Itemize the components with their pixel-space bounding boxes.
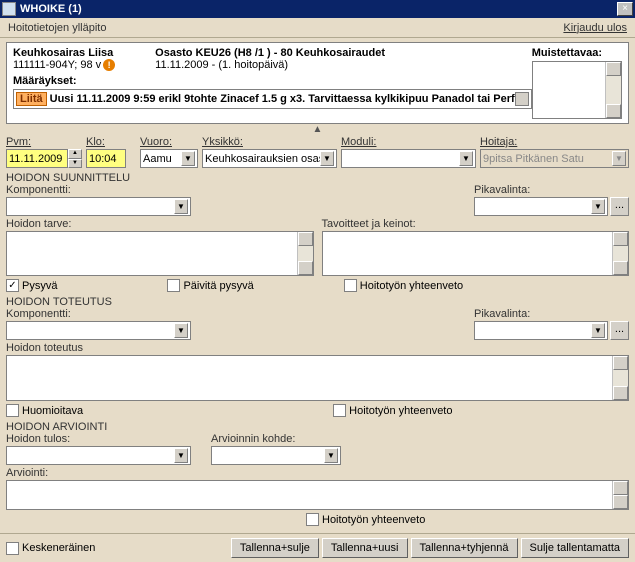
save-clear-button[interactable]: Tallenna+tyhjennä xyxy=(411,538,518,558)
collapse-arrow-icon[interactable]: ▲ xyxy=(0,126,635,134)
arviointi-textarea[interactable] xyxy=(6,480,629,510)
plan-section: HOIDON SUUNNITTELU Komponentti: ▼ Pikava… xyxy=(6,172,629,216)
chevron-down-icon: ▼ xyxy=(181,151,195,166)
datetime-row: Pvm: ▲▼ Klo: Vuoro: Aamu▼ Yksikkö: Keuhk… xyxy=(6,136,629,168)
moduli-select[interactable]: ▼ xyxy=(341,149,476,168)
close-nosave-button[interactable]: Sulje tallentamatta xyxy=(521,538,630,558)
ward-subtitle: 11.11.2009 - (1. hoitopäivä) xyxy=(155,59,385,71)
tulos-label: Hoidon tulos: xyxy=(6,433,191,445)
patient-id-row: 111111-904Y; 98 v ! xyxy=(13,59,115,71)
chevron-down-icon: ▼ xyxy=(612,151,626,166)
orders-label: Määräykset: xyxy=(13,75,532,87)
patient-id: 111111-904Y; 98 v xyxy=(13,59,101,71)
tot-label: Hoidon toteutus xyxy=(6,342,629,354)
hoitaja-select[interactable]: 9pitsa Pitkänen Satu▼ xyxy=(480,149,629,168)
plan-comp-label: Komponentti: xyxy=(6,184,464,196)
tulos-select[interactable]: ▼ xyxy=(6,446,191,465)
chevron-down-icon: ▼ xyxy=(174,199,188,214)
chevron-down-icon: ▼ xyxy=(591,199,605,214)
scroll-up-icon[interactable] xyxy=(515,92,529,106)
plan-quick-ext-button[interactable]: ... xyxy=(610,197,629,216)
plan-comp-select[interactable]: ▼ xyxy=(6,197,191,216)
page-title: Hoitotietojen ylläpito xyxy=(8,22,563,34)
goals-textarea[interactable] xyxy=(322,231,630,276)
hoitaja-label: Hoitaja: xyxy=(480,136,629,148)
impl-quick-label: Pikavalinta: xyxy=(474,308,629,320)
attach-tag[interactable]: Liitä xyxy=(16,92,47,106)
ward-title: Osasto KEU26 (H8 /1 ) - 80 Keuhkosairaud… xyxy=(155,47,385,59)
titlebar: WHOIKE (1) × xyxy=(0,0,635,18)
chevron-down-icon: ▼ xyxy=(174,448,188,463)
logout-link[interactable]: Kirjaudu ulos xyxy=(563,22,627,34)
orders-text: Uusi 11.11.2009 9:59 erikl 9tohte Zinace… xyxy=(50,93,515,105)
impl-comp-select[interactable]: ▼ xyxy=(6,321,191,340)
save-close-button[interactable]: Tallenna+sulje xyxy=(231,538,319,558)
scrollbar[interactable] xyxy=(605,62,621,118)
app-icon xyxy=(2,2,16,16)
scroll-up-icon[interactable] xyxy=(606,62,621,76)
vuoro-select[interactable]: Aamu▼ xyxy=(140,149,198,168)
kohde-label: Arvioinnin kohde: xyxy=(211,433,341,445)
plan-quick-select[interactable]: ▼ xyxy=(474,197,608,216)
orders-box: Liitä Uusi 11.11.2009 9:59 erikl 9tohte … xyxy=(13,89,532,109)
impl-yhteenveto-checkbox[interactable]: Hoitotyön yhteenveto xyxy=(333,404,452,417)
goals-label: Tavoitteet ja keinot: xyxy=(322,218,630,230)
eval-section: HOIDON ARVIOINTI Hoidon tulos: ▼ Arvioin… xyxy=(6,421,629,465)
moduli-label: Moduli: xyxy=(341,136,476,148)
pysyva-checkbox[interactable]: ✓Pysyvä xyxy=(6,279,57,292)
need-label: Hoidon tarve: xyxy=(6,218,314,230)
warning-icon[interactable]: ! xyxy=(103,59,115,71)
page-header: Hoitotietojen ylläpito Kirjaudu ulos xyxy=(0,18,635,38)
pvm-label: Pvm: xyxy=(6,136,82,148)
chevron-down-icon: ▼ xyxy=(320,151,334,166)
klo-input[interactable] xyxy=(86,149,126,168)
kohde-select[interactable]: ▼ xyxy=(211,446,341,465)
date-spinner[interactable]: ▲▼ xyxy=(68,149,82,168)
close-icon[interactable]: × xyxy=(617,2,633,16)
chevron-down-icon: ▼ xyxy=(459,151,473,166)
remember-box[interactable] xyxy=(532,61,622,119)
impl-title: HOIDON TOTEUTUS xyxy=(6,296,629,308)
paivita-checkbox[interactable]: Päivitä pysyvä xyxy=(167,279,253,292)
save-new-button[interactable]: Tallenna+uusi xyxy=(322,538,408,558)
eval-yhteenveto-checkbox[interactable]: Hoitotyön yhteenveto xyxy=(306,513,425,526)
chevron-down-icon: ▼ xyxy=(174,323,188,338)
huomio-checkbox[interactable]: Huomioitava xyxy=(6,404,83,417)
impl-comp-label: Komponentti: xyxy=(6,308,464,320)
patient-header: Keuhkosairas Liisa 111111-904Y; 98 v ! O… xyxy=(6,42,629,124)
vuoro-label: Vuoro: xyxy=(140,136,198,148)
yksikko-label: Yksikkö: xyxy=(202,136,337,148)
chevron-down-icon: ▼ xyxy=(324,448,338,463)
chevron-down-icon: ▼ xyxy=(591,323,605,338)
tot-textarea[interactable] xyxy=(6,355,629,401)
arviointi-label: Arviointi: xyxy=(6,467,629,479)
yksikko-select[interactable]: Keuhkosairauksien osasto 26▼ xyxy=(202,149,337,168)
scroll-down-icon[interactable] xyxy=(606,104,621,118)
klo-label: Klo: xyxy=(86,136,136,148)
impl-quick-ext-button[interactable]: ... xyxy=(610,321,629,340)
impl-quick-select[interactable]: ▼ xyxy=(474,321,608,340)
plan-title: HOIDON SUUNNITTELU xyxy=(6,172,629,184)
pvm-input[interactable] xyxy=(6,149,68,168)
window-title: WHOIKE (1) xyxy=(20,3,617,15)
kesken-checkbox[interactable]: Keskeneräinen xyxy=(6,542,95,555)
plan-quick-label: Pikavalinta: xyxy=(474,184,629,196)
plan-yhteenveto-checkbox[interactable]: Hoitotyön yhteenveto xyxy=(344,279,463,292)
impl-section: HOIDON TOTEUTUS Komponentti: ▼ Pikavalin… xyxy=(6,296,629,340)
need-textarea[interactable] xyxy=(6,231,314,276)
footer-bar: Keskeneräinen Tallenna+sulje Tallenna+uu… xyxy=(0,533,635,562)
remember-label: Muistettavaa: xyxy=(532,47,622,59)
eval-title: HOIDON ARVIOINTI xyxy=(6,421,629,433)
patient-name: Keuhkosairas Liisa xyxy=(13,47,115,59)
